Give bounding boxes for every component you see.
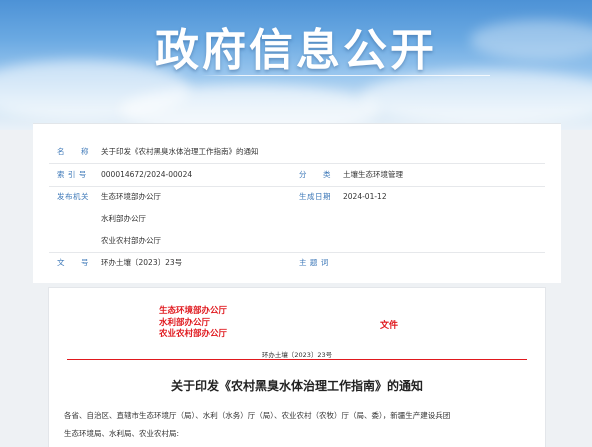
category-value: 土壤生态环境管理 [343,170,403,179]
red-divider [67,359,527,360]
issuer-line: 生态环境部办公厅 [159,306,228,316]
meta-row-publisher: 发布机关 生态环境部办公厅 水利部办公厅 农业农村部办公厅 生成日期 2024-… [49,191,545,253]
document-body: 生态环境部办公厅 水利部办公厅 农业农村部办公厅 文件 环办土壤〔2023〕23… [48,287,546,447]
issuer-line: 农业农村部办公厅 [159,329,228,339]
publisher-label: 发布机关 [57,192,89,201]
category-label: 分 类 [299,170,331,179]
document-number: 环办土壤〔2023〕23号 [261,351,333,359]
addressee-line: 各省、自治区、直辖市生态环境厅（局）、水利（水务）厅（局）、农业农村（农牧）厅（… [64,411,451,420]
name-label: 名 称 [57,147,89,156]
docno-label: 文 号 [57,258,89,267]
document-word: 文件 [380,321,399,331]
cloud-decoration [360,70,592,125]
issuer-line: 水利部办公厅 [159,317,211,328]
header-banner: 政府信息公开 [0,0,592,130]
index-value: 000014672/2024-00024 [101,170,193,179]
addressee-line: 生态环境局、水利局、农业农村局: [64,429,180,438]
meta-row-docno: 文 号 环办土壤〔2023〕23号 主 题 词 [49,257,545,273]
subject-label: 主 题 词 [299,258,329,267]
index-label: 索 引 号 [57,170,87,179]
date-label: 生成日期 [299,192,331,201]
meta-row-index: 索 引 号 000014672/2024-00024 分 类 土壤生态环境管理 [49,169,545,187]
date-value: 2024-01-12 [343,192,387,201]
publisher-value-1: 生态环境部办公厅 [101,192,161,201]
name-value: 关于印发《农村黑臭水体治理工作指南》的通知 [101,147,259,156]
issuing-agencies: 生态环境部办公厅 水利部办公厅 农业农村部办公厅 [159,306,227,341]
meta-row-name: 名 称 关于印发《农村黑臭水体治理工作指南》的通知 [49,146,545,164]
publisher-value-3: 农业农村部办公厅 [101,236,161,245]
title-underline [200,75,490,76]
docno-value: 环办土壤〔2023〕23号 [101,258,183,267]
publisher-value-2: 水利部办公厅 [101,214,146,223]
metadata-card: 名 称 关于印发《农村黑臭水体治理工作指南》的通知 索 引 号 00001467… [33,123,561,283]
document-title: 关于印发《农村黑臭水体治理工作指南》的通知 [170,379,423,393]
page-title: 政府信息公开 [155,25,437,76]
